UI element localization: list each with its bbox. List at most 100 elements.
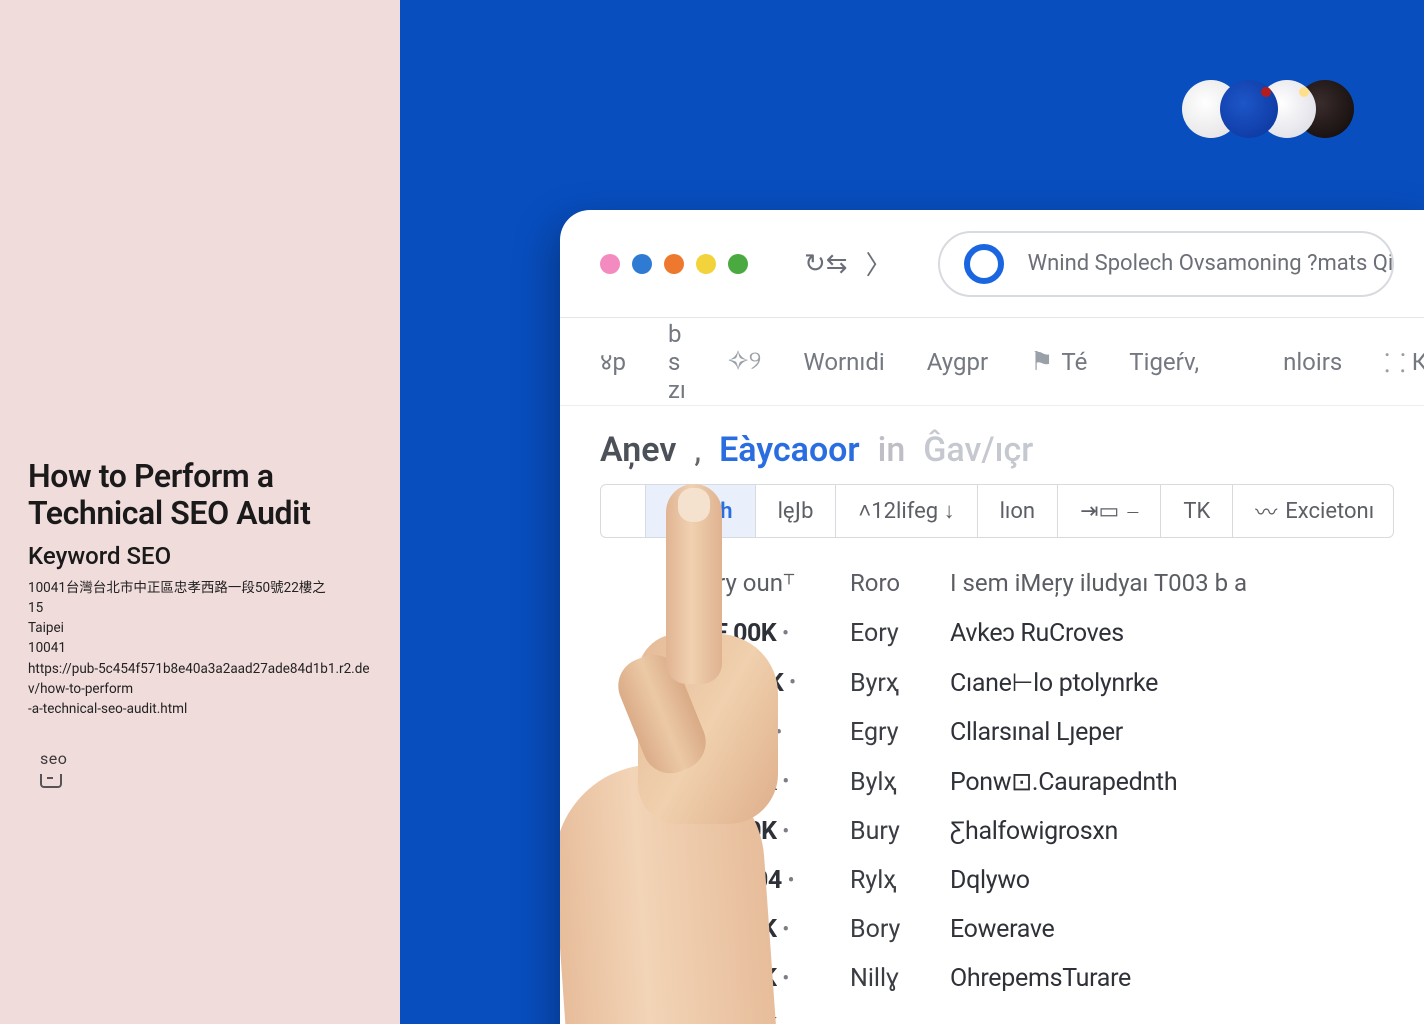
toolbar-item-5[interactable]: ⚑Té <box>1030 347 1087 377</box>
row-tag: Bylҳ <box>850 768 950 797</box>
address-bar-text: Wnind Spolech Ovsamoning ?mats Qitl <box>1028 251 1394 276</box>
row-desc: Avkeɔ RuCroves <box>950 619 1294 648</box>
toolbar-item-7[interactable]: nloirs <box>1283 348 1342 376</box>
window-dot-1[interactable] <box>600 254 620 274</box>
row-metric: 80 00K • <box>700 768 850 797</box>
filter-tab-6[interactable]: 〰 Excietonı <box>1233 485 1394 537</box>
address-city: Taipei <box>28 618 372 638</box>
logo-bubble-2 <box>1220 80 1278 138</box>
seo-label: seo <box>40 749 372 768</box>
dot-icon: • <box>782 970 788 988</box>
row-tag: Egry <box>850 718 950 747</box>
page-subtitle: Keyword SEO <box>28 542 372 570</box>
toolbar-sparkle-icon[interactable]: ✧୨ <box>728 346 762 377</box>
row-desc: OhrepemsTurare <box>950 964 1294 993</box>
list-body: 6E 00K •EoryAvkeɔ RuCroves1.3 00K •ByrҳC… <box>600 609 1394 1024</box>
filter-tab-active[interactable]: ıņvalih <box>646 485 756 537</box>
dot-icon: • <box>782 773 788 791</box>
row-metric: 8E 00K • <box>700 1013 850 1024</box>
address-line-1: 10041台灣台北市中正區忠孝西路一段50號22樓之 <box>28 578 372 598</box>
left-panel: How to Perform a Technical SEO Audit Key… <box>0 0 400 1024</box>
toolbar-item-6[interactable]: Tigeŕv, <box>1129 348 1199 376</box>
filter-tabs: ıņvalih lęͿb ˄12lifeg ↓ lıon ⇥▭ ⎯ TK 〰 E… <box>600 484 1394 538</box>
row-tag: Bory <box>850 915 950 944</box>
window-dot-2[interactable] <box>632 254 652 274</box>
dash-icon: ⎯ <box>1127 499 1138 524</box>
list-row[interactable]: 1.3 00K •ByrҳCıane⊢lo ptolynrke <box>600 658 1394 708</box>
row-metric: 8I 00K • <box>700 718 850 747</box>
list-row[interactable]: 1.7 004 •RylҳDqlywo <box>600 856 1394 905</box>
dot-icon: • <box>782 625 788 643</box>
flag-icon: ⚑ <box>1030 347 1053 377</box>
crumb-suffix: in <box>878 430 906 470</box>
list-row[interactable]: 32 00K •BoryEowerave <box>600 905 1394 954</box>
address-bar[interactable]: Wnind Spolech Ovsamoning ?mats Qitl <box>938 231 1394 297</box>
dot-icon: • <box>782 1019 788 1024</box>
filter-left-pad[interactable] <box>601 485 646 537</box>
toolbar-item-1[interactable]: ४p <box>600 345 626 378</box>
dot-icon: • <box>788 872 794 890</box>
secondary-toolbar: ४p b s zı ✧୨ Wornıdi Aygpr ⚑Té Tigeŕv, n… <box>560 318 1424 406</box>
row-desc: Ƹhalfowigrosxn <box>950 817 1294 846</box>
dot-icon: • <box>775 724 781 742</box>
filter-tab-spacer[interactable]: ⇥▭ ⎯ <box>1058 485 1161 537</box>
row-desc: Ponw⊡.Caurapednth <box>950 767 1294 797</box>
list-row[interactable]: 8E 00K • <box>600 1003 1394 1024</box>
arrow-right-box-icon: ⇥▭ <box>1080 499 1119 524</box>
nav-controls: ↻⇆ 〉 <box>804 245 892 282</box>
waveform-icon: 〰 <box>1255 495 1277 527</box>
row-metric: 80 00K • <box>700 964 850 993</box>
row-desc: Cllarsınal Lȷeper <box>950 718 1294 747</box>
forward-icon[interactable]: 〉 <box>866 245 892 282</box>
list-row[interactable]: 6E 00K •EoryAvkeɔ RuCroves <box>600 609 1394 658</box>
filter-tab-4[interactable]: lıon <box>978 485 1059 537</box>
list-row[interactable]: 80 00K •NillɣOhrepemsTurare <box>600 954 1394 1003</box>
row-tag: Bury <box>850 817 950 846</box>
list-row[interactable]: 82 00K •BuryƸhalfowigrosxn <box>600 807 1394 856</box>
dot-icon: • <box>789 674 795 692</box>
address-line-2: 15 <box>28 598 372 618</box>
levels-icon: ⸬ <box>1384 344 1406 380</box>
crumb-main[interactable]: Eàycaoor <box>719 430 860 470</box>
page-url-part-b: -a-technical-seo-audit.html <box>28 699 372 719</box>
browser-mock: ↻⇆ 〉 Wnind Spolech Ovsamoning ?mats Qitl… <box>560 210 1424 1024</box>
page-url-part-a: https://pub-5c454f571b8e40a3a2aad27ade84… <box>28 659 372 700</box>
toolbar-item-3[interactable]: Wornıdi <box>803 348 884 376</box>
hero-area: ↻⇆ 〉 Wnind Spolech Ovsamoning ?mats Qitl… <box>400 0 1424 1024</box>
crumb-ghost: Ĝav/ıçr <box>923 430 1033 470</box>
window-dot-5[interactable] <box>728 254 748 274</box>
toolbar-item-2[interactable]: b s zı <box>668 320 686 404</box>
row-tag: Byrҳ <box>850 669 950 698</box>
row-tag: Nillɣ <box>850 964 950 993</box>
window-dot-3[interactable] <box>664 254 684 274</box>
row-metric: 82 00K • <box>700 817 850 846</box>
seo-badge: seo <box>40 749 372 788</box>
row-metric: 6E 00K • <box>700 619 850 648</box>
filter-tab-3[interactable]: ˄12lifeg ↓ <box>836 485 977 537</box>
list-header-col-2: Roro <box>850 569 950 597</box>
list-header-col-1: Hŗy oun⸆ <box>700 566 850 599</box>
row-metric: 1.7 004 • <box>700 866 850 895</box>
toolbar-item-4[interactable]: Aygpr <box>927 348 988 376</box>
row-desc: Eowerave <box>950 915 1294 944</box>
filter-tab-2[interactable]: lęͿb <box>756 485 837 537</box>
address-postal: 10041 <box>28 638 372 658</box>
window-dot-4[interactable] <box>696 254 716 274</box>
content-area: Aņev, Eàycaoor in Ĝav/ıçr ıņvalih lęͿb ˄… <box>560 406 1424 1024</box>
list-row[interactable]: 8I 00K •EgryCllarsınal Lȷeper <box>600 708 1394 757</box>
filter-tab-5[interactable]: TK <box>1161 485 1233 537</box>
row-desc: Dqlywo <box>950 866 1294 895</box>
dot-icon: • <box>782 823 788 841</box>
list-row[interactable]: 80 00K •BylҳPonw⊡.Caurapednth <box>600 757 1394 807</box>
toolbar-item-8[interactable]: ⸬ Кural <box>1384 344 1424 380</box>
browser-topbar: ↻⇆ 〉 Wnind Spolech Ovsamoning ?mats Qitl <box>560 210 1424 318</box>
seo-underline-icon <box>40 774 62 788</box>
crumb-prefix: Aņev <box>600 430 676 470</box>
breadcrumb: Aņev, Eàycaoor in Ĝav/ıçr <box>600 430 1394 470</box>
reload-icon[interactable]: ↻⇆ <box>804 249 848 279</box>
list-header-col-3: I sem iMeŗy iludyaı T003 b a <box>950 569 1294 597</box>
logo-cluster <box>1182 80 1354 138</box>
dot-icon: • <box>782 921 788 939</box>
row-tag: Rylҳ <box>850 866 950 895</box>
window-controls <box>600 254 748 274</box>
